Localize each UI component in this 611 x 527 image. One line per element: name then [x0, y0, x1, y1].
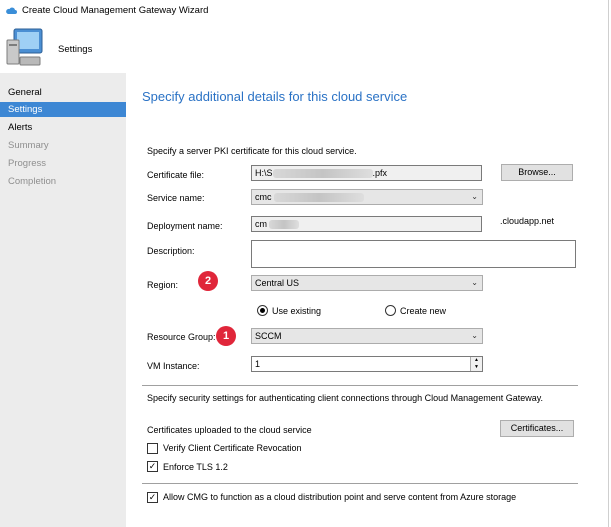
divider [142, 385, 578, 386]
certificates-button[interactable]: Certificates... [500, 420, 574, 437]
service-name-combo[interactable]: cmc ⌄ [251, 189, 483, 205]
annotation-badge-1: 1 [216, 326, 236, 346]
cloudapp-suffix: .cloudapp.net [500, 216, 555, 226]
allow-cmg-label: Allow CMG to function as a cloud distrib… [163, 492, 517, 502]
check-icon: ✓ [148, 492, 157, 502]
security-intro: Specify security settings for authentica… [147, 393, 544, 403]
title-bar: Create Cloud Management Gateway Wizard [0, 0, 611, 22]
nav-item-settings[interactable]: Settings [0, 102, 126, 117]
verify-revocation-checkbox[interactable] [147, 443, 158, 454]
deployment-name-field[interactable]: cm [251, 216, 482, 232]
certs-uploaded-label: Certificates uploaded to the cloud servi… [147, 425, 312, 435]
settings-panel: Specify additional details for this clou… [126, 73, 608, 527]
chevron-down-icon: ⌄ [471, 278, 478, 287]
description-label: Description: [147, 246, 195, 256]
region-value: Central US [255, 278, 300, 288]
window-title: Create Cloud Management Gateway Wizard [22, 5, 209, 16]
chevron-down-icon: ⌄ [471, 192, 478, 201]
pki-intro: Specify a server PKI certificate for thi… [147, 146, 357, 156]
check-icon: ✓ [148, 461, 157, 471]
create-new-label: Create new [400, 306, 447, 316]
cloud-icon [6, 7, 17, 14]
deployment-name-value: cm [255, 219, 267, 229]
spin-arrows-icon[interactable]: ▲ ▼ [470, 357, 482, 371]
deployment-name-label: Deployment name: [147, 221, 223, 231]
use-existing-radio[interactable] [257, 305, 268, 316]
redacted-service-name [273, 193, 364, 203]
vm-instance-value: 1 [255, 359, 261, 369]
redacted-path [272, 169, 373, 179]
computer-icon [6, 28, 43, 66]
nav-item-summary: Summary [8, 140, 49, 151]
certificate-file-field[interactable]: H:\S .pfx [251, 165, 482, 181]
use-existing-label: Use existing [272, 306, 322, 316]
resource-group-label: Resource Group: [147, 332, 216, 342]
service-name-value: cmc [255, 192, 272, 202]
resource-group-value: SCCM [255, 331, 282, 341]
create-new-radio[interactable] [385, 305, 396, 316]
region-combo[interactable]: Central US ⌄ [251, 275, 483, 291]
description-field[interactable] [251, 240, 576, 268]
nav-item-progress: Progress [8, 158, 47, 169]
section-heading: Specify additional details for this clou… [142, 89, 408, 104]
chevron-down-icon: ⌄ [471, 331, 478, 340]
enforce-tls-checkbox[interactable]: ✓ [147, 461, 158, 472]
wizard-header: Settings [0, 22, 608, 73]
vm-instance-label: VM Instance: [147, 361, 200, 371]
nav-item-alerts[interactable]: Alerts [0, 120, 126, 135]
region-label: Region: [147, 280, 179, 290]
vm-instance-stepper[interactable]: 1 ▲ ▼ [251, 356, 483, 372]
wizard-nav: General Settings Alerts Summary Progress… [0, 73, 126, 527]
resource-group-combo[interactable]: SCCM ⌄ [251, 328, 483, 344]
divider [142, 483, 578, 484]
certificate-path-prefix: H:\S [255, 168, 273, 178]
browse-button[interactable]: Browse... [501, 164, 573, 181]
certificate-path-suffix: .pfx [372, 168, 388, 178]
verify-revocation-label: Verify Client Certificate Revocation [163, 443, 302, 453]
service-name-label: Service name: [147, 193, 205, 203]
nav-item-general[interactable]: General [0, 85, 126, 100]
redacted-deployment-name [269, 220, 299, 230]
enforce-tls-label: Enforce TLS 1.2 [163, 462, 228, 472]
nav-item-completion: Completion [8, 176, 57, 187]
annotation-badge-2: 2 [198, 271, 218, 291]
page-title: Settings [58, 44, 93, 55]
certificate-file-label: Certificate file: [147, 170, 205, 180]
allow-cmg-checkbox[interactable]: ✓ [147, 492, 158, 503]
